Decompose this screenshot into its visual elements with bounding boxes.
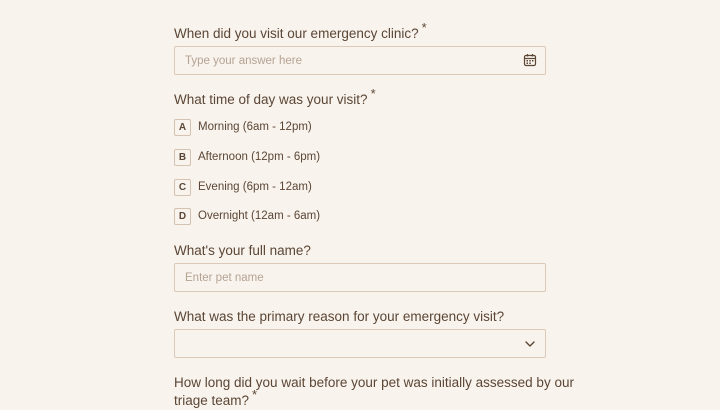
question-label: What's your full name?: [174, 243, 311, 258]
required-marker: *: [370, 86, 376, 101]
choice-key: A: [174, 118, 191, 136]
chevron-down-icon[interactable]: [523, 337, 537, 351]
question-label-line2: triage team?: [174, 393, 250, 408]
question-label: What was the primary reason for your eme…: [174, 309, 505, 324]
full-name-field[interactable]: [174, 263, 546, 292]
choice-key: D: [174, 207, 191, 225]
visit-date-input[interactable]: [175, 47, 505, 74]
primary-reason-select[interactable]: [174, 329, 546, 358]
required-marker: *: [252, 387, 258, 402]
required-marker: *: [421, 20, 427, 35]
choice-morning[interactable]: A Morning (6am - 12pm): [174, 118, 312, 136]
question-visit-date: When did you visit our emergency clinic?…: [174, 20, 427, 43]
question-wait-time-line2: triage team? *: [174, 387, 257, 410]
full-name-input[interactable]: [175, 264, 505, 291]
calendar-icon[interactable]: [523, 53, 537, 67]
question-visit-time: What time of day was your visit? *: [174, 86, 376, 109]
choice-label: Evening (6pm - 12am): [198, 181, 312, 193]
choice-label: Morning (6am - 12pm): [198, 121, 312, 133]
question-label: What time of day was your visit?: [174, 92, 368, 107]
choice-overnight[interactable]: D Overnight (12am - 6am): [174, 207, 320, 225]
choice-label: Afternoon (12pm - 6pm): [198, 151, 321, 163]
choice-key: B: [174, 148, 191, 166]
question-full-name: What's your full name?: [174, 242, 311, 260]
visit-date-field[interactable]: [174, 46, 546, 75]
question-label-line1: How long did you wait before your pet wa…: [174, 375, 574, 390]
choice-afternoon[interactable]: B Afternoon (12pm - 6pm): [174, 148, 320, 166]
choice-label: Overnight (12am - 6am): [198, 210, 321, 222]
choice-key: C: [174, 178, 191, 196]
choice-evening[interactable]: C Evening (6pm - 12am): [174, 178, 312, 196]
question-primary-reason: What was the primary reason for your eme…: [174, 308, 504, 326]
question-label: When did you visit our emergency clinic?: [174, 26, 419, 41]
question-wait-time: How long did you wait before your pet wa…: [174, 374, 574, 392]
